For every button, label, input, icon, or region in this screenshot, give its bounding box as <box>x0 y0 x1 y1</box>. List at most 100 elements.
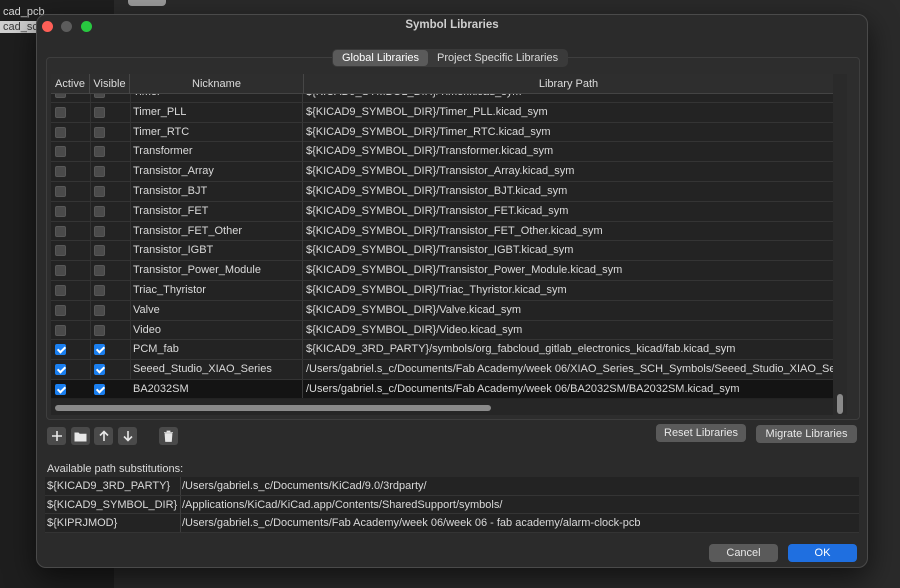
library-nickname[interactable]: Timer_PLL <box>131 102 303 122</box>
library-nickname[interactable]: Video <box>131 320 303 340</box>
library-path[interactable]: ${KICAD9_SYMBOL_DIR}/Transistor_IGBT.kic… <box>304 241 833 260</box>
active-checkbox[interactable] <box>55 185 66 197</box>
active-checkbox[interactable] <box>55 106 66 118</box>
library-nickname[interactable]: Transformer <box>131 142 303 162</box>
library-nickname[interactable]: Transistor_FET_Other <box>131 221 303 241</box>
library-path[interactable]: ${KICAD9_SYMBOL_DIR}/Transistor_Power_Mo… <box>304 261 833 280</box>
library-path[interactable]: ${KICAD9_SYMBOL_DIR}/Transformer.kicad_s… <box>304 142 833 161</box>
cancel-button[interactable]: Cancel <box>709 544 778 562</box>
visible-checkbox[interactable] <box>94 344 105 356</box>
reset-libraries-button[interactable]: Reset Libraries <box>656 424 746 442</box>
visible-checkbox[interactable] <box>94 265 105 277</box>
library-nickname[interactable]: PCM_fab <box>131 340 303 360</box>
browse-library-button[interactable] <box>71 427 90 445</box>
table-row[interactable]: Timer${KICAD9_SYMBOL_DIR}/Timer.kicad_sy… <box>51 94 833 103</box>
library-nickname[interactable]: Timer_RTC <box>131 122 303 142</box>
visible-checkbox[interactable] <box>94 383 105 395</box>
table-row[interactable]: BA2032SM/Users/gabriel.s_c/Documents/Fab… <box>51 379 833 398</box>
vertical-scrollbar[interactable] <box>833 74 847 415</box>
active-checkbox[interactable] <box>55 166 66 178</box>
library-path[interactable]: /Users/gabriel.s_c/Documents/Fab Academy… <box>304 380 833 398</box>
table-row[interactable]: Triac_Thyristor ${KICAD9_SYMBOL_DIR}/Tria… <box>51 280 833 301</box>
library-nickname[interactable]: Transistor_IGBT <box>131 241 303 261</box>
visible-checkbox[interactable] <box>94 106 105 118</box>
column-header-library-path[interactable]: Library Path <box>304 74 833 94</box>
column-header-nickname[interactable]: Nickname <box>130 74 304 94</box>
horizontal-scroll-thumb[interactable] <box>55 405 491 411</box>
visible-checkbox[interactable] <box>94 304 105 316</box>
table-row[interactable]: Transistor_Power_Module ${KICAD9_SYMBOL_D… <box>51 261 833 281</box>
library-path[interactable]: ${KICAD9_SYMBOL_DIR}/Timer_RTC.kicad_sym <box>304 123 833 142</box>
library-nickname[interactable]: Valve <box>131 300 303 320</box>
table-row[interactable]: Timer_RTC ${KICAD9_SYMBOL_DIR}/Timer_RTC.… <box>51 122 833 143</box>
table-row[interactable]: Seeed_Studio_XIAO_Series/Users/gabriel.s… <box>51 360 833 380</box>
table-row[interactable]: Valve ${KICAD9_SYMBOL_DIR}/Valve.kicad_sy… <box>51 300 833 321</box>
horizontal-scrollbar[interactable] <box>51 399 833 415</box>
active-checkbox[interactable] <box>55 344 66 356</box>
active-checkbox[interactable] <box>55 304 66 316</box>
table-row[interactable]: Video ${KICAD9_SYMBOL_DIR}/Video.kicad_sy… <box>51 320 833 341</box>
active-checkbox[interactable] <box>55 146 66 158</box>
vertical-scroll-thumb[interactable] <box>837 394 843 414</box>
table-row[interactable]: Transistor_BJT ${KICAD9_SYMBOL_DIR}/Trans… <box>51 181 833 202</box>
active-checkbox[interactable] <box>55 364 66 376</box>
active-checkbox[interactable] <box>55 126 66 138</box>
table-row[interactable]: Transistor_Array ${KICAD9_SYMBOL_DIR}/Tra… <box>51 162 833 182</box>
visible-checkbox[interactable] <box>94 146 105 158</box>
library-path[interactable]: ${KICAD9_3RD_PARTY}/symbols/org_fabcloud… <box>304 340 833 359</box>
move-down-button[interactable] <box>118 427 137 445</box>
active-checkbox[interactable] <box>55 245 66 257</box>
library-nickname[interactable]: Transistor_Power_Module <box>131 261 303 281</box>
active-checkbox[interactable] <box>55 265 66 277</box>
move-up-button[interactable] <box>94 427 113 445</box>
add-library-button[interactable] <box>47 427 66 445</box>
visible-checkbox[interactable] <box>94 225 105 237</box>
visible-checkbox[interactable] <box>94 324 105 336</box>
tab-project-specific-libraries[interactable]: Project Specific Libraries <box>428 50 567 66</box>
table-row[interactable]: Transistor_FET ${KICAD9_SYMBOL_DIR}/Trans… <box>51 201 833 222</box>
library-path[interactable]: ${KICAD9_SYMBOL_DIR}/Transistor_FET_Othe… <box>304 222 833 241</box>
visible-checkbox[interactable] <box>94 284 105 296</box>
active-checkbox[interactable] <box>55 94 66 98</box>
library-path[interactable]: ${KICAD9_SYMBOL_DIR}/Transistor_FET.kica… <box>304 202 833 221</box>
library-path[interactable]: ${KICAD9_SYMBOL_DIR}/Video.kicad_sym <box>304 321 833 340</box>
background-file-item-selected[interactable]: cad_sc <box>0 21 41 33</box>
migrate-libraries-button[interactable]: Migrate Libraries <box>756 425 857 443</box>
ok-button[interactable]: OK <box>788 544 857 562</box>
library-nickname[interactable]: Timer <box>131 94 303 102</box>
library-path[interactable]: ${KICAD9_SYMBOL_DIR}/Timer_PLL.kicad_sym <box>304 103 833 122</box>
library-path[interactable]: /Users/gabriel.s_c/Documents/Fab Academy… <box>304 360 833 379</box>
table-row[interactable]: Transistor_IGBT ${KICAD9_SYMBOL_DIR}/Tran… <box>51 241 833 262</box>
library-path[interactable]: ${KICAD9_SYMBOL_DIR}/Triac_Thyristor.kic… <box>304 281 833 300</box>
library-path[interactable]: ${KICAD9_SYMBOL_DIR}/Timer.kicad_sym <box>304 94 833 102</box>
library-nickname[interactable]: Seeed_Studio_XIAO_Series <box>131 360 303 380</box>
table-row[interactable]: Timer_PLL ${KICAD9_SYMBOL_DIR}/Timer_PLL.… <box>51 102 833 123</box>
library-nickname[interactable]: Transistor_FET <box>131 201 303 221</box>
visible-checkbox[interactable] <box>94 205 105 217</box>
library-nickname[interactable]: BA2032SM <box>131 379 303 398</box>
remove-library-button[interactable] <box>159 427 178 445</box>
table-row[interactable]: Transistor_FET_Other ${KICAD9_SYMBOL_DIR}… <box>51 221 833 242</box>
visible-checkbox[interactable] <box>94 126 105 138</box>
visible-checkbox[interactable] <box>94 94 105 98</box>
column-header-active[interactable]: Active <box>51 74 90 94</box>
library-nickname[interactable]: Triac_Thyristor <box>131 280 303 300</box>
library-nickname[interactable]: Transistor_Array <box>131 162 303 182</box>
library-path[interactable]: ${KICAD9_SYMBOL_DIR}/Transistor_Array.ki… <box>304 162 833 181</box>
column-header-visible[interactable]: Visible <box>90 74 130 94</box>
active-checkbox[interactable] <box>55 205 66 217</box>
active-checkbox[interactable] <box>55 383 66 395</box>
table-row[interactable]: PCM_fab ${KICAD9_3RD_PARTY}/symbols/org_f… <box>51 340 833 361</box>
table-row[interactable]: Transformer ${KICAD9_SYMBOL_DIR}/Transfor… <box>51 142 833 163</box>
visible-checkbox[interactable] <box>94 166 105 178</box>
active-checkbox[interactable] <box>55 284 66 296</box>
library-path[interactable]: ${KICAD9_SYMBOL_DIR}/Transistor_BJT.kica… <box>304 182 833 201</box>
active-checkbox[interactable] <box>55 324 66 336</box>
visible-checkbox[interactable] <box>94 185 105 197</box>
tab-global-libraries[interactable]: Global Libraries <box>333 50 429 66</box>
active-checkbox[interactable] <box>55 225 66 237</box>
visible-checkbox[interactable] <box>94 245 105 257</box>
library-path[interactable]: ${KICAD9_SYMBOL_DIR}/Valve.kicad_sym <box>304 301 833 320</box>
visible-checkbox[interactable] <box>94 364 105 376</box>
library-nickname[interactable]: Transistor_BJT <box>131 181 303 201</box>
